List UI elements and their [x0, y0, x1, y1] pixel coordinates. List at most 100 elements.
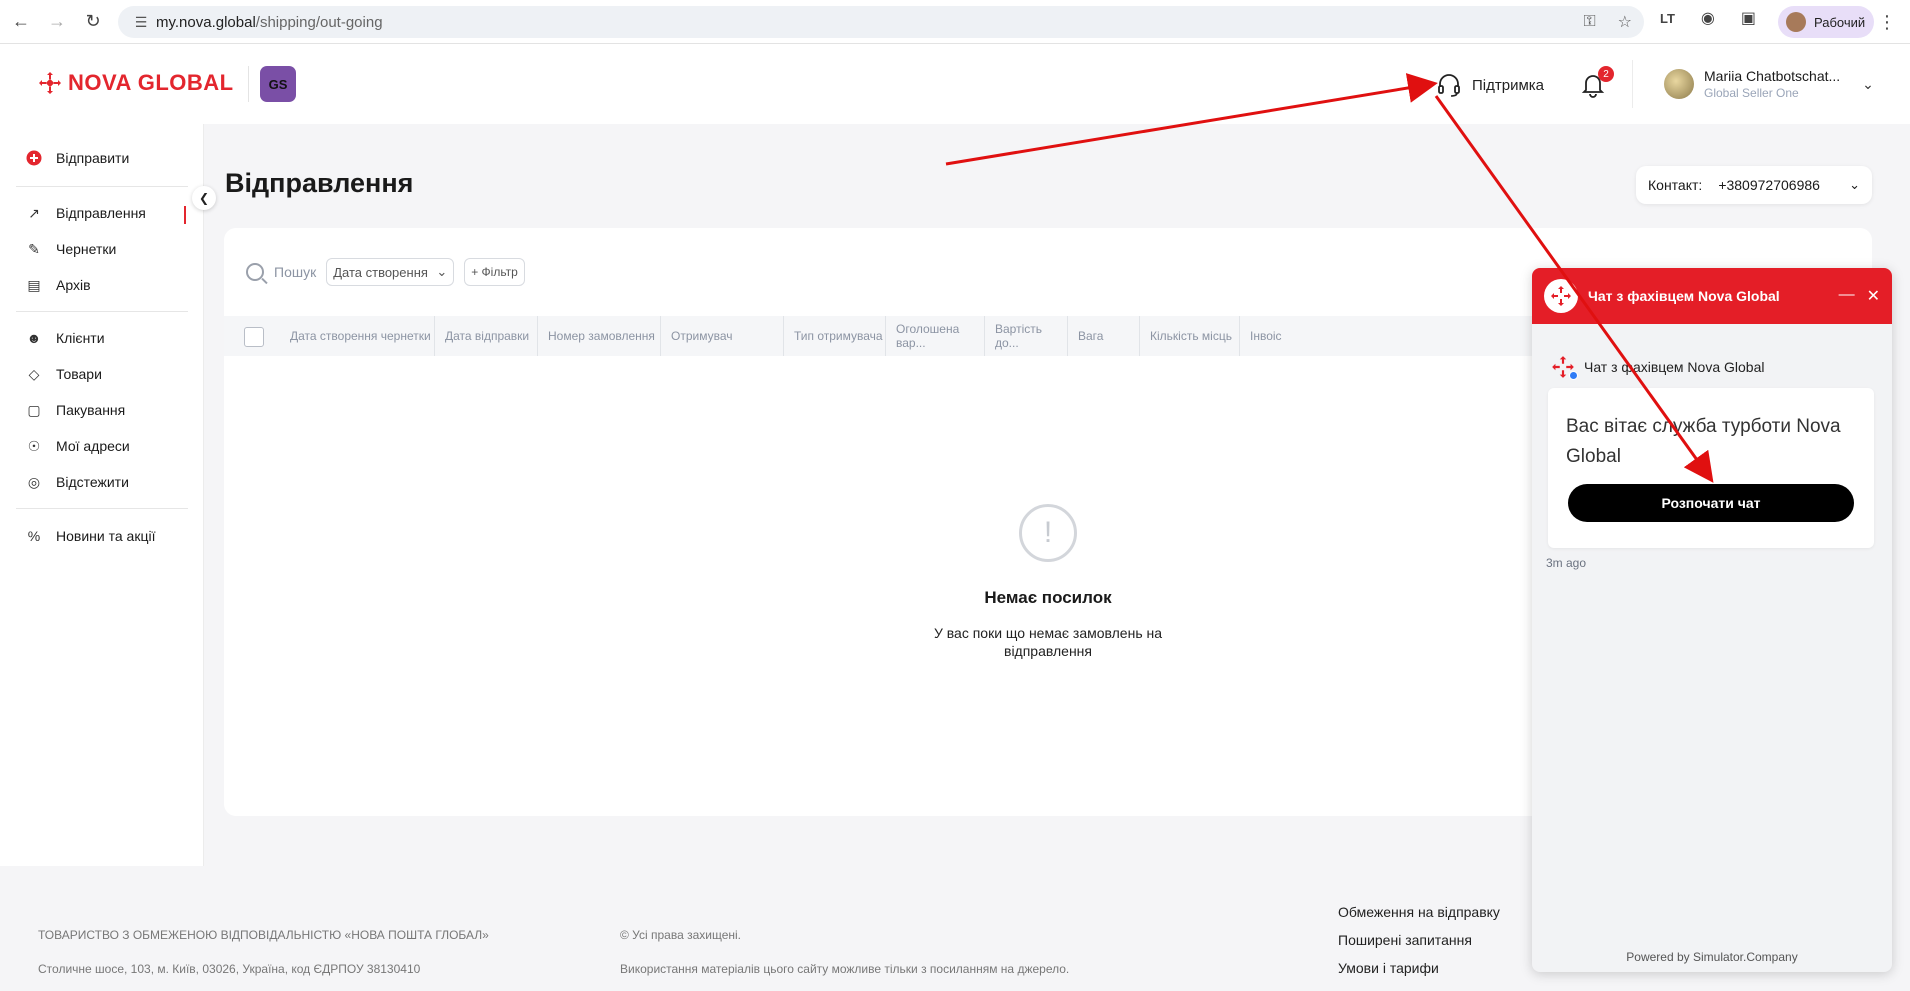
contact-phone: +380972706986 — [1718, 177, 1820, 193]
minimize-icon[interactable]: — — [1839, 286, 1855, 306]
url-text[interactable]: my.nova.global/shipping/out-going — [156, 14, 383, 31]
notifications-button[interactable]: 2 — [1580, 66, 1614, 98]
bookmark-star-icon[interactable]: ☆ — [1618, 12, 1632, 32]
empty-description: У вас поки що немає замовлень на відправ… — [933, 625, 1163, 659]
footer-link[interactable]: Обмеження на відправку — [1338, 904, 1500, 920]
sidebar-item-label: Відправлення — [56, 205, 146, 221]
sidebar-item-track[interactable]: ◎ Відстежити — [26, 473, 129, 491]
track-icon: ◎ — [27, 473, 41, 490]
add-filter-button[interactable]: + Фільтр — [464, 258, 525, 286]
headset-icon — [1438, 74, 1460, 97]
user-menu[interactable]: Mariia Chatbotschat... Global Seller One… — [1664, 68, 1874, 100]
password-key-icon[interactable]: ⚿ — [1583, 13, 1595, 31]
profile-label: Рабочий — [1814, 14, 1866, 30]
exclamation-icon: ! — [1019, 504, 1077, 562]
column-header[interactable]: Дата відправки — [434, 316, 537, 356]
date-filter-select[interactable]: Дата створення ⌄ — [326, 258, 455, 286]
agent-name: Чат з фахівцем Nova Global — [1584, 359, 1765, 375]
table-toolbar: Пошук Дата створення ⌄ + Фільтр — [246, 258, 525, 286]
search-icon — [246, 263, 264, 281]
sidebar-collapse-button[interactable]: ❮ — [192, 186, 216, 210]
contact-selector[interactable]: Контакт: +380972706986 ⌄ — [1636, 166, 1872, 204]
sidebar-item-packaging[interactable]: ▢ Пакування — [26, 401, 126, 419]
sidebar-item-label: Клієнти — [56, 330, 105, 346]
kebab-menu-icon[interactable]: ⋮ — [1878, 12, 1896, 33]
footer-address: Столичне шосе, 103, м. Київ, 03026, Укра… — [38, 962, 421, 976]
sidebar-item-label: Архів — [56, 277, 91, 293]
nova-logo-icon — [39, 72, 61, 94]
sidebar-item-label: Відправити — [56, 150, 130, 166]
chevron-down-icon: ⌄ — [1862, 75, 1874, 92]
sidebar-item-label: Відстежити — [56, 474, 129, 490]
sidebar-item-send[interactable]: Відправити — [26, 150, 129, 166]
edit-icon: ✎ — [28, 240, 40, 257]
chat-title: Чат з фахівцем Nova Global — [1588, 288, 1780, 304]
archive-icon: ▤ — [27, 276, 41, 293]
forward-icon[interactable]: → — [42, 7, 72, 37]
nova-logo-icon — [1544, 279, 1578, 313]
column-header[interactable]: Тип отримувача — [783, 316, 885, 356]
column-header[interactable]: Оголошена вар... — [885, 316, 984, 356]
powered-by: Powered by Simulator.Company — [1626, 950, 1798, 964]
start-chat-button[interactable]: Розпочати чат — [1568, 484, 1854, 522]
close-icon[interactable]: ✕ — [1867, 286, 1880, 306]
extension-icon[interactable]: LT — [1660, 11, 1675, 26]
profile-chip[interactable]: Рабочий — [1778, 6, 1874, 38]
sidebar-item-shipments[interactable]: ↗ Відправлення — [26, 204, 146, 222]
chevron-down-icon: ⌄ — [436, 264, 448, 279]
plus-circle-icon — [26, 150, 42, 166]
address-bar[interactable]: ☰ my.nova.global/shipping/out-going ⚿ ☆ — [118, 6, 1644, 38]
sidebar-item-clients[interactable]: ☻ Клієнти — [26, 330, 105, 346]
sidebar-item-label: Мої адреси — [56, 438, 130, 454]
puzzle-icon[interactable]: ▣ — [1741, 8, 1756, 28]
column-header[interactable]: Номер замовлення — [537, 316, 660, 356]
sidebar: Відправити ↗ Відправлення ✎ Чернетки ▤ А… — [0, 124, 204, 866]
sidebar-divider — [16, 186, 188, 187]
site-settings-icon[interactable]: ☰ — [126, 14, 156, 31]
sidebar-item-news[interactable]: % Новини та акції — [26, 528, 156, 544]
sidebar-divider — [16, 508, 188, 509]
support-button[interactable]: Підтримка — [1436, 72, 1544, 98]
arrow-up-right-icon: ↗ — [28, 204, 40, 221]
sidebar-item-label: Новини та акції — [56, 528, 156, 544]
reload-icon[interactable]: ↻ — [78, 7, 108, 37]
sidebar-item-drafts[interactable]: ✎ Чернетки — [26, 240, 116, 258]
app-header: NOVA GLOBAL GS Підтримка 2 Mariia Chatbo… — [0, 44, 1910, 124]
camera-icon[interactable]: ◉ — [1701, 8, 1715, 28]
select-all-checkbox[interactable] — [244, 327, 264, 347]
back-icon[interactable]: ← — [6, 7, 36, 37]
percent-icon: % — [27, 528, 41, 544]
tag-icon: ◇ — [28, 365, 40, 382]
chat-header: Чат з фахівцем Nova Global — ✕ — [1532, 268, 1892, 324]
chat-widget: Чат з фахівцем Nova Global — ✕ Чат з фах… — [1532, 268, 1892, 972]
support-label: Підтримка — [1472, 76, 1545, 94]
message-time: 3m ago — [1546, 556, 1587, 570]
column-header[interactable]: Дата створення чернетки — [280, 316, 434, 356]
footer-company: ТОВАРИСТВО З ОБМЕЖЕНОЮ ВІДПОВІДАЛЬНІСТЮ … — [38, 928, 489, 942]
profile-avatar — [1786, 12, 1806, 32]
footer-link[interactable]: Умови і тарифи — [1338, 960, 1439, 976]
column-header[interactable]: Отримувач — [660, 316, 783, 356]
sidebar-item-label: Пакування — [56, 402, 126, 418]
user-name: Mariia Chatbotschat... — [1704, 68, 1841, 84]
column-header[interactable]: Інвоіс — [1239, 316, 1339, 356]
column-header[interactable]: Вага — [1067, 316, 1139, 356]
sidebar-item-archive[interactable]: ▤ Архів — [26, 276, 91, 294]
search-placeholder: Пошук — [274, 264, 317, 280]
footer-link[interactable]: Поширені запитання — [1338, 932, 1472, 948]
sidebar-item-label: Товари — [56, 366, 102, 382]
logo-divider — [248, 66, 249, 102]
search-input[interactable]: Пошук — [246, 263, 316, 281]
sidebar-item-products[interactable]: ◇ Товари — [26, 365, 102, 383]
nova-global-logo[interactable]: NOVA GLOBAL — [38, 70, 234, 96]
column-header[interactable]: Вартість до... — [984, 316, 1067, 356]
gs-badge[interactable]: GS — [260, 66, 296, 102]
chevron-down-icon: ⌄ — [1849, 177, 1860, 192]
location-user-icon: ☉ — [27, 437, 41, 454]
sidebar-item-addresses[interactable]: ☉ Мої адреси — [26, 437, 130, 455]
chat-message: Вас вітає служба турботи Nova Global Роз… — [1548, 388, 1874, 548]
column-header[interactable]: Кількість місць — [1139, 316, 1239, 356]
footer-rights: © Усі права захищені. — [620, 928, 742, 942]
box-icon: ▢ — [27, 401, 41, 418]
message-text: Вас вітає служба турботи Nova Global — [1566, 416, 1841, 467]
